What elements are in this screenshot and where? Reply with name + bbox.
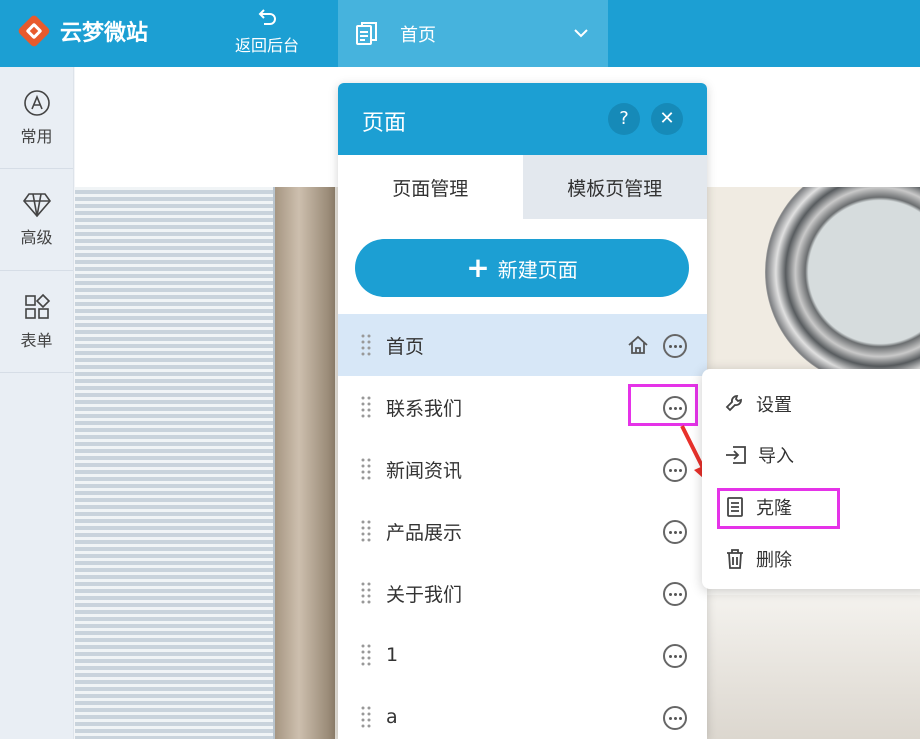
window-blind — [75, 187, 275, 739]
menu-item-label: 删除 — [756, 550, 792, 571]
panel-tabs: 页面管理 模板页管理 — [338, 155, 707, 219]
shapes-grid-icon — [24, 293, 50, 319]
help-button[interactable]: ? — [608, 103, 640, 135]
letter-a-circle-icon — [23, 89, 50, 116]
menu-item-label: 设置 — [756, 395, 792, 416]
page-panel: 页面 ? ✕ 页面管理 模板页管理 + 新建页面 首页 联系我们 新闻资讯 产品… — [338, 83, 707, 739]
menu-item-label: 导入 — [758, 446, 794, 467]
highlight-box — [717, 488, 840, 529]
drag-handle-icon[interactable] — [360, 705, 372, 729]
page-row-1[interactable]: 1 — [338, 624, 707, 686]
page-context-menu: 设置 导入 克隆 删除 — [702, 369, 920, 589]
drag-handle-icon[interactable] — [360, 457, 372, 481]
tab-template-management[interactable]: 模板页管理 — [522, 155, 707, 219]
drag-handle-icon[interactable] — [360, 519, 372, 543]
chevron-down-icon — [574, 29, 588, 38]
pages-icon — [356, 21, 377, 45]
more-options-icon[interactable] — [663, 644, 687, 668]
trash-icon — [727, 549, 743, 569]
drag-handle-icon[interactable] — [360, 581, 372, 605]
page-list: 首页 联系我们 新闻资讯 产品展示 关于我们 1 a — [338, 314, 707, 739]
import-icon — [726, 446, 746, 464]
undo-arrow-icon — [258, 9, 276, 25]
home-icon[interactable] — [626, 333, 650, 357]
fireplace-mantel — [705, 587, 920, 739]
back-to-admin-button[interactable]: 返回后台 — [224, 4, 310, 62]
sunburst-mirror — [765, 187, 920, 387]
left-sidebar: 常用 高级 表单 — [0, 67, 74, 739]
logo-mark-icon — [18, 15, 50, 47]
page-row-contact[interactable]: 联系我们 — [338, 376, 707, 438]
sidebar-item-common[interactable]: 常用 — [0, 67, 73, 169]
more-options-icon[interactable] — [663, 520, 687, 544]
more-options-icon[interactable] — [663, 582, 687, 606]
panel-header: 页面 ? ✕ — [338, 83, 707, 155]
sidebar-item-label: 高级 — [20, 227, 53, 247]
page-row-a[interactable]: a — [338, 686, 707, 739]
page-name: 关于我们 — [386, 583, 463, 606]
page-name: 首页 — [386, 335, 425, 358]
drag-handle-icon[interactable] — [360, 643, 372, 667]
page-name: a — [386, 706, 398, 728]
drag-handle-icon[interactable] — [360, 395, 372, 419]
page-row-home[interactable]: 首页 — [338, 314, 707, 376]
wrench-icon — [725, 395, 742, 412]
page-name: 联系我们 — [386, 397, 463, 420]
current-page-label: 首页 — [400, 24, 436, 46]
tab-page-management[interactable]: 页面管理 — [338, 155, 523, 219]
more-options-icon[interactable] — [663, 334, 687, 358]
logo: 云梦微站 — [16, 13, 148, 49]
new-page-label: 新建页面 — [497, 257, 578, 282]
sidebar-item-label: 常用 — [20, 126, 53, 146]
page-name: 产品展示 — [386, 521, 463, 544]
sidebar-item-form[interactable]: 表单 — [0, 271, 73, 373]
page-row-news[interactable]: 新闻资讯 — [338, 438, 707, 500]
page-name: 1 — [386, 644, 399, 666]
more-options-icon[interactable] — [663, 706, 687, 730]
drag-handle-icon[interactable] — [360, 333, 372, 357]
current-page-dropdown[interactable]: 首页 — [338, 0, 608, 67]
new-page-button[interactable]: + 新建页面 — [355, 239, 689, 297]
page-row-products[interactable]: 产品展示 — [338, 500, 707, 562]
menu-item-settings[interactable]: 设置 — [724, 391, 792, 417]
sidebar-item-advanced[interactable]: 高级 — [0, 169, 73, 271]
menu-item-import[interactable]: 导入 — [724, 442, 794, 468]
diamond-icon — [22, 192, 51, 217]
page-name: 新闻资讯 — [386, 459, 463, 482]
logo-text: 云梦微站 — [60, 21, 149, 46]
close-button[interactable]: ✕ — [651, 103, 683, 135]
door-frame — [275, 187, 335, 739]
panel-title: 页面 — [362, 111, 407, 136]
sidebar-item-label: 表单 — [20, 330, 53, 350]
plus-icon: + — [466, 251, 490, 284]
top-bar: 云梦微站 返回后台 首页 — [0, 0, 920, 67]
page-row-about[interactable]: 关于我们 — [338, 562, 707, 624]
back-label: 返回后台 — [234, 36, 299, 55]
menu-item-delete[interactable]: 删除 — [724, 546, 792, 572]
